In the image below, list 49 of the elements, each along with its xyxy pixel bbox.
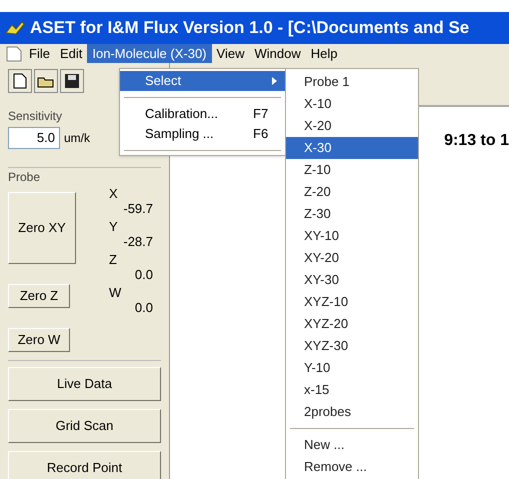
submenu-option[interactable]: x-15	[286, 379, 418, 401]
submenu-option[interactable]: XYZ-30	[286, 335, 418, 357]
submenu-option[interactable]: New ...	[286, 434, 418, 456]
submenu-option[interactable]: XY-20	[286, 247, 418, 269]
action-button[interactable]: Grid Scan	[8, 409, 161, 443]
axis-value: 0.0	[134, 300, 153, 315]
submenu-option[interactable]: Y-10	[286, 357, 418, 379]
action-button[interactable]: Live Data	[8, 367, 161, 401]
time-range: 9:13 to 1	[444, 131, 509, 151]
submenu-option[interactable]: Z-20	[286, 181, 418, 203]
unit-label: um/k	[64, 130, 90, 147]
zero-w-button[interactable]: Zero W	[8, 328, 70, 352]
submenu-option[interactable]: XY-10	[286, 225, 418, 247]
submenu-option[interactable]: XYZ-10	[286, 291, 418, 313]
group-label: Probe	[8, 169, 42, 186]
app-icon	[4, 19, 26, 37]
axis-value: -59.7	[123, 201, 153, 216]
axis-label: W	[109, 285, 122, 300]
menu-item[interactable]: Edit	[54, 44, 88, 63]
submenu-option[interactable]: Z-30	[286, 203, 418, 225]
menu-item[interactable]: Help	[306, 44, 342, 63]
menu-item[interactable]: View	[212, 44, 250, 63]
menu-item[interactable]: Window	[249, 44, 306, 63]
submenu-option[interactable]: Remove ...	[286, 456, 418, 478]
zero-xy-button[interactable]: Zero XY	[8, 192, 76, 264]
submenu-option[interactable]: X-20	[286, 115, 418, 137]
new-file-icon[interactable]	[8, 69, 32, 93]
axis-label: Y	[109, 219, 118, 234]
submenu-option[interactable]: Z-10	[286, 159, 418, 181]
menu-option[interactable]: Sampling ... F6	[120, 124, 285, 144]
submenu-option[interactable]: X-10	[286, 93, 418, 115]
menu-item[interactable]: Ion-Molecule (X-30)	[87, 44, 212, 63]
axis-label: X	[109, 186, 118, 201]
open-folder-icon[interactable]	[34, 69, 58, 93]
axis-value: -28.7	[123, 234, 153, 249]
submenu-option[interactable]: XY-30	[286, 269, 418, 291]
menu-option[interactable]: Select	[120, 71, 285, 91]
menu-option[interactable]: Calibration... F7	[120, 104, 285, 124]
submenu-option[interactable]: Probe 1	[286, 71, 418, 93]
submenu-option[interactable]: 2probes	[286, 401, 418, 423]
zero-z-button[interactable]: Zero Z	[8, 284, 70, 308]
axis-value: 0.0	[134, 267, 153, 282]
sensitivity-field[interactable]: 5.0	[8, 127, 60, 149]
window-title: ASET for I&M Flux Version 1.0 - [C:\Documents and Se	[30, 17, 470, 40]
action-button[interactable]: Record Point	[8, 451, 161, 479]
axis-label: Z	[109, 252, 117, 267]
submenu-option[interactable]: XYZ-20	[286, 313, 418, 335]
submenu-option[interactable]: X-30	[286, 137, 418, 159]
menu-item[interactable]: File	[24, 44, 55, 63]
